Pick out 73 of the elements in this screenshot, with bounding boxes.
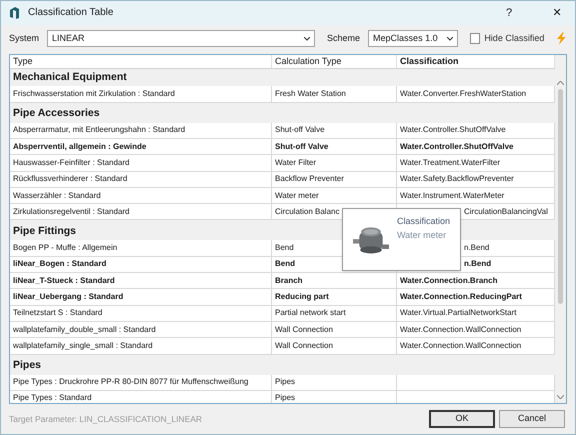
target-parameter-text: Target Parameter: LIN_CLASSIFICATION_LINEAR — [9, 412, 204, 426]
table-cell: Pipes — [275, 376, 296, 388]
tooltip-title: Classification — [396, 215, 450, 228]
ok-button[interactable]: OK — [429, 410, 495, 428]
table-cell: Water.Controller.ShutOffValve — [400, 140, 514, 153]
table-cell: Backflow Preventer — [275, 173, 344, 186]
scroll-up-icon[interactable] — [557, 80, 564, 85]
scheme-label: Scheme — [327, 32, 360, 46]
cancel-button[interactable]: Cancel — [499, 410, 565, 428]
table-cell: Water.Safety.BackflowPreventer — [400, 173, 514, 186]
table-cell: Reducing part — [275, 290, 329, 303]
table-cell: Water Filter — [275, 156, 316, 169]
lightning-icon[interactable] — [556, 32, 568, 46]
table-cell: Bend — [275, 242, 294, 254]
tooltip-value: Water meter — [396, 228, 448, 242]
table-cell: Partial network start — [275, 307, 346, 320]
help-button[interactable]: ? — [499, 4, 519, 22]
table-cell: Water meter — [275, 190, 319, 202]
table-cell: wallplatefamily_single_small : Standard — [13, 340, 153, 352]
table-cell: Absperrarmatur, mit Entleerungshahn : Standard — [13, 124, 186, 136]
table-cell: Water.Instrument.WaterMeter — [400, 190, 504, 202]
table-cell: Rückflussverhinderer : Standard — [13, 173, 128, 186]
app-logo-icon — [9, 6, 20, 19]
column-header[interactable]: Type — [10, 54, 272, 68]
table-cell: CirculationBalancingVal — [464, 206, 548, 218]
table-cell: Pipes — [275, 392, 296, 404]
table-cell: liNear_Bogen : Standard — [13, 258, 106, 270]
checkbox[interactable] — [470, 33, 480, 44]
table-cell: Pipe Types : Standard — [13, 392, 92, 404]
table-cell: liNear_T-Stueck : Standard — [13, 274, 115, 287]
table-cell: Water.Connection.WallConnection — [400, 340, 522, 352]
group-header[interactable]: Pipe Accessories — [13, 106, 100, 122]
table-cell: n.Bend — [464, 242, 490, 254]
table-cell: Absperrventil, allgemein : Gewinde — [13, 140, 146, 153]
table-cell: Branch — [275, 274, 303, 287]
caret-icon — [446, 36, 453, 41]
table-cell: liNear_Uebergang : Standard — [13, 290, 124, 303]
table-cell: Water.Converter.FreshWaterStation — [400, 88, 526, 100]
table-cell: Wall Connection — [275, 340, 333, 352]
table-cell: Shut-off Valve — [275, 124, 325, 136]
table-cell: Water.Connection.WallConnection — [400, 324, 522, 336]
table-cell: Wall Connection — [275, 324, 333, 336]
group-header[interactable]: Mechanical Equipment — [13, 70, 127, 86]
system-label: System — [9, 32, 40, 46]
table-cell: Water.Controller.ShutOffValve — [400, 124, 506, 136]
table-cell: Bend — [275, 258, 295, 270]
table-cell: wallplatefamily_double_small : Standard — [13, 324, 156, 336]
checkbox-label: Hide Classified — [484, 32, 544, 46]
table-cell: n.Bend — [464, 258, 492, 270]
caret-icon — [304, 36, 310, 41]
table-cell: Circulation Balanc — [275, 206, 340, 218]
window-title: Classification Table — [28, 6, 114, 20]
table-cell: Fresh Water Station — [275, 88, 346, 100]
scroll-down-icon[interactable] — [557, 395, 564, 400]
system-dropdown[interactable]: LINEAR — [47, 30, 316, 48]
scrollbar-thumb[interactable] — [558, 88, 563, 304]
group-header[interactable]: Pipe Fittings — [13, 224, 76, 240]
group-header[interactable]: Pipes — [13, 358, 42, 374]
table-cell: Water.Treatment.WaterFilter — [400, 156, 500, 169]
table-cell: Wasserzähler : Standard — [13, 190, 101, 202]
table-cell: Frischwasserstation mit Zirkulation : Standard — [13, 88, 175, 100]
table-cell: Hauswasser-Feinfilter : Standard — [13, 156, 130, 169]
column-header[interactable]: Calculation Type — [272, 54, 397, 68]
table-cell: Shut-off Valve — [275, 140, 328, 153]
close-button[interactable]: ✕ — [547, 4, 567, 22]
table-cell: Pipe Types : Druckrohre PP-R 80-DIN 8077 für Muffenschweißung — [13, 376, 248, 388]
table-cell: Bogen PP - Muffe : Allgemein — [13, 242, 118, 254]
table-cell: Water.Connection.ReducingPart — [400, 290, 522, 303]
table-cell: Water.Virtual.PartialNetworkStart — [400, 307, 516, 320]
table-cell: Zirkulationsregelventil : Standard — [13, 206, 130, 218]
scheme-dropdown[interactable]: MepClasses 1.0 — [368, 30, 458, 48]
table-cell: Water.Connection.Branch — [400, 274, 498, 287]
table-cell: Teilnetzstart S : Standard — [13, 307, 102, 320]
